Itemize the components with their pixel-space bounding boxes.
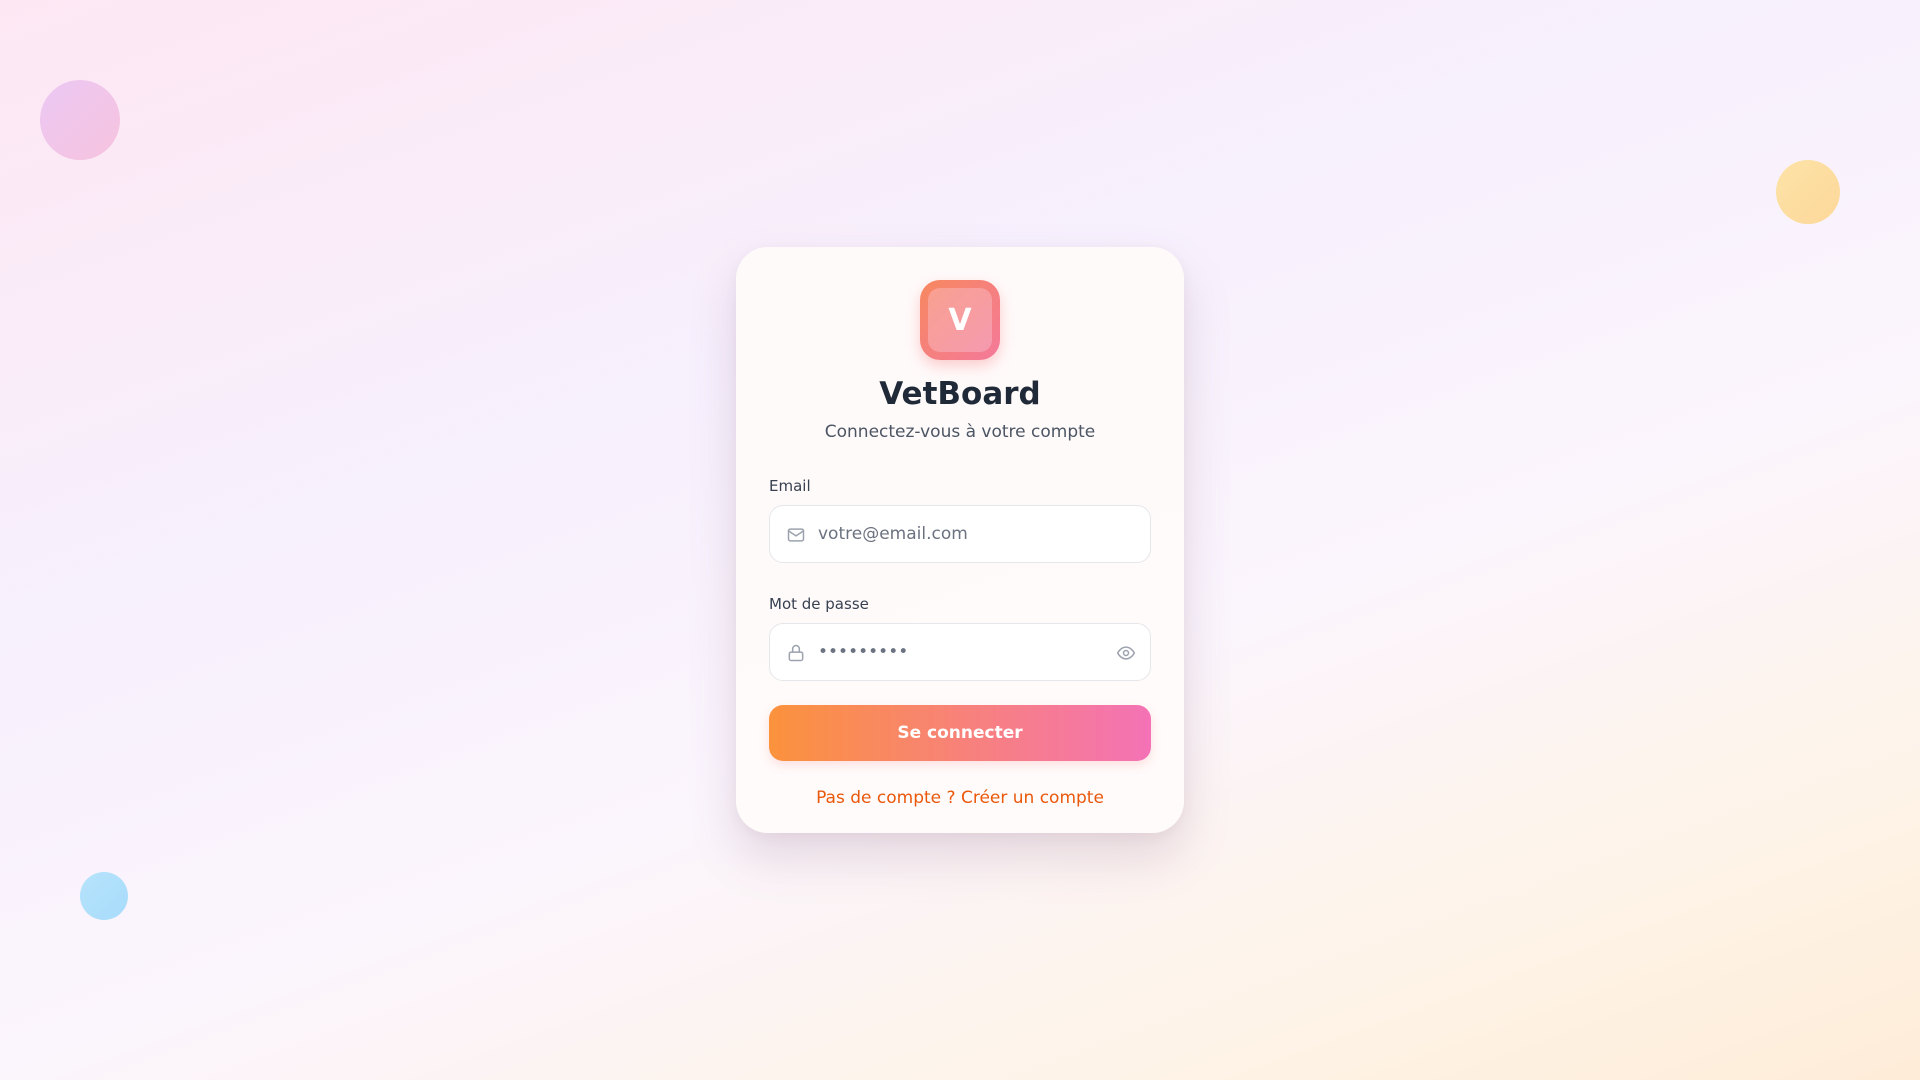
password-field-container [769,623,1151,681]
email-label: Email [769,477,811,495]
eye-icon[interactable] [1116,643,1136,663]
email-field-container [769,505,1151,563]
mail-icon [787,528,805,542]
lock-icon [788,644,804,662]
password-label: Mot de passe [769,595,869,613]
password-input[interactable] [818,624,1118,680]
decorative-circle-blue [80,872,128,920]
login-button[interactable]: Se connecter [769,705,1151,761]
signup-prompt-text: Pas de compte ? [816,788,956,808]
email-input[interactable] [818,506,1118,562]
create-account-link[interactable]: Créer un compte [961,788,1104,808]
login-subtitle: Connectez-vous à votre compte [824,422,1096,442]
app-title: VetBoard [879,376,1041,412]
app-logo: V [920,280,1000,360]
decorative-circle-pink [40,80,120,160]
login-card: V VetBoard Connectez-vous à votre compte… [736,247,1184,833]
decorative-circle-yellow [1776,160,1840,224]
logo-letter: V [928,288,992,352]
signup-prompt-line: Pas de compte ? Créer un compte [769,787,1151,809]
